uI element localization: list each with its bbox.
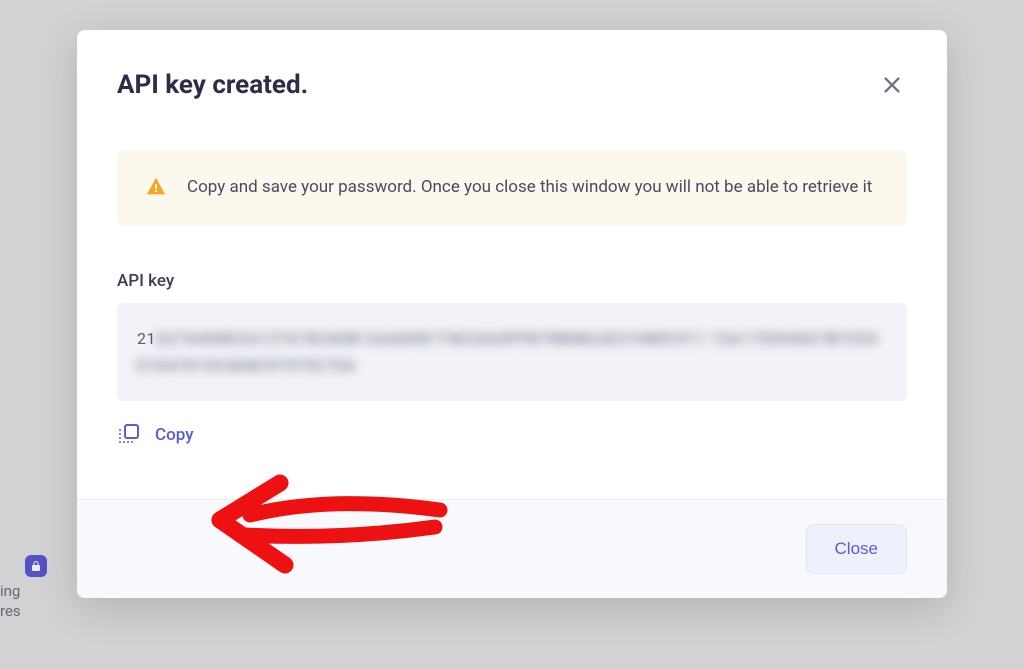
warning-icon — [145, 176, 167, 202]
warning-alert: Copy and save your password. Once you cl… — [117, 150, 907, 226]
modal-title: API key created. — [117, 70, 308, 100]
copy-icon[interactable] — [117, 421, 141, 449]
key-blurred-portion: D27G4D8D2A12TA7824GB12AAD0877SE24ASPFB79… — [137, 329, 878, 375]
modal-footer: Close — [77, 499, 947, 598]
close-button[interactable]: Close — [806, 524, 907, 574]
api-key-value: 21D27G4D8D2A12TA7824GB12AAD0877SE24ASPFB… — [117, 303, 907, 401]
key-visible-prefix: 21 — [137, 329, 156, 348]
copy-button[interactable]: Copy — [155, 425, 194, 445]
api-key-created-modal: API key created. Copy and save y — [77, 30, 947, 598]
api-key-label: API key — [117, 271, 907, 291]
close-icon[interactable] — [877, 70, 907, 100]
alert-message: Copy and save your password. Once you cl… — [187, 174, 872, 201]
modal-overlay: API key created. Copy and save y — [0, 0, 1024, 669]
